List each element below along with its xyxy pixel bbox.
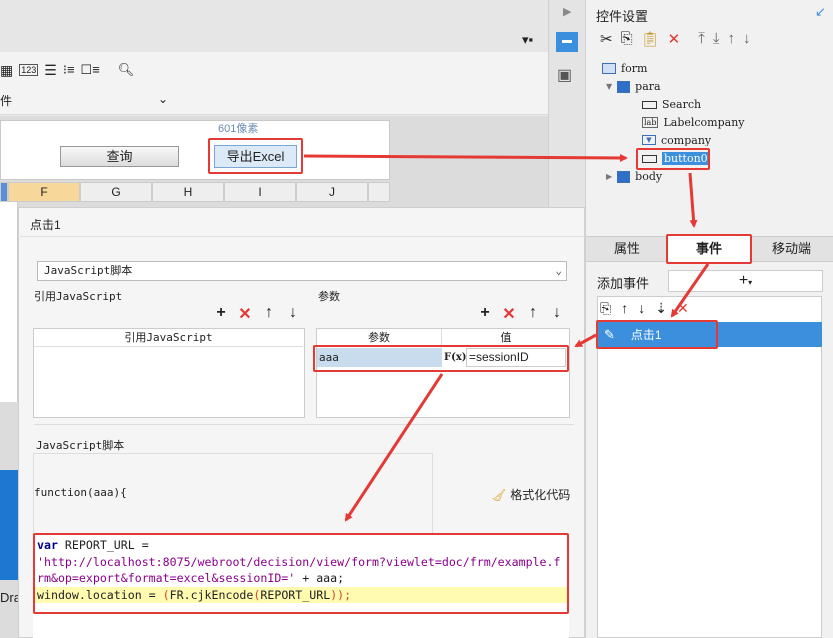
arrow-param-to-code xyxy=(344,373,444,522)
arrow-events-to-click1 xyxy=(670,263,710,318)
arrow-button0-to-events xyxy=(688,172,698,228)
arrow-export-to-button0 xyxy=(303,153,628,162)
annotation-arrows xyxy=(303,153,710,522)
arrow-click1-to-param xyxy=(574,333,597,348)
